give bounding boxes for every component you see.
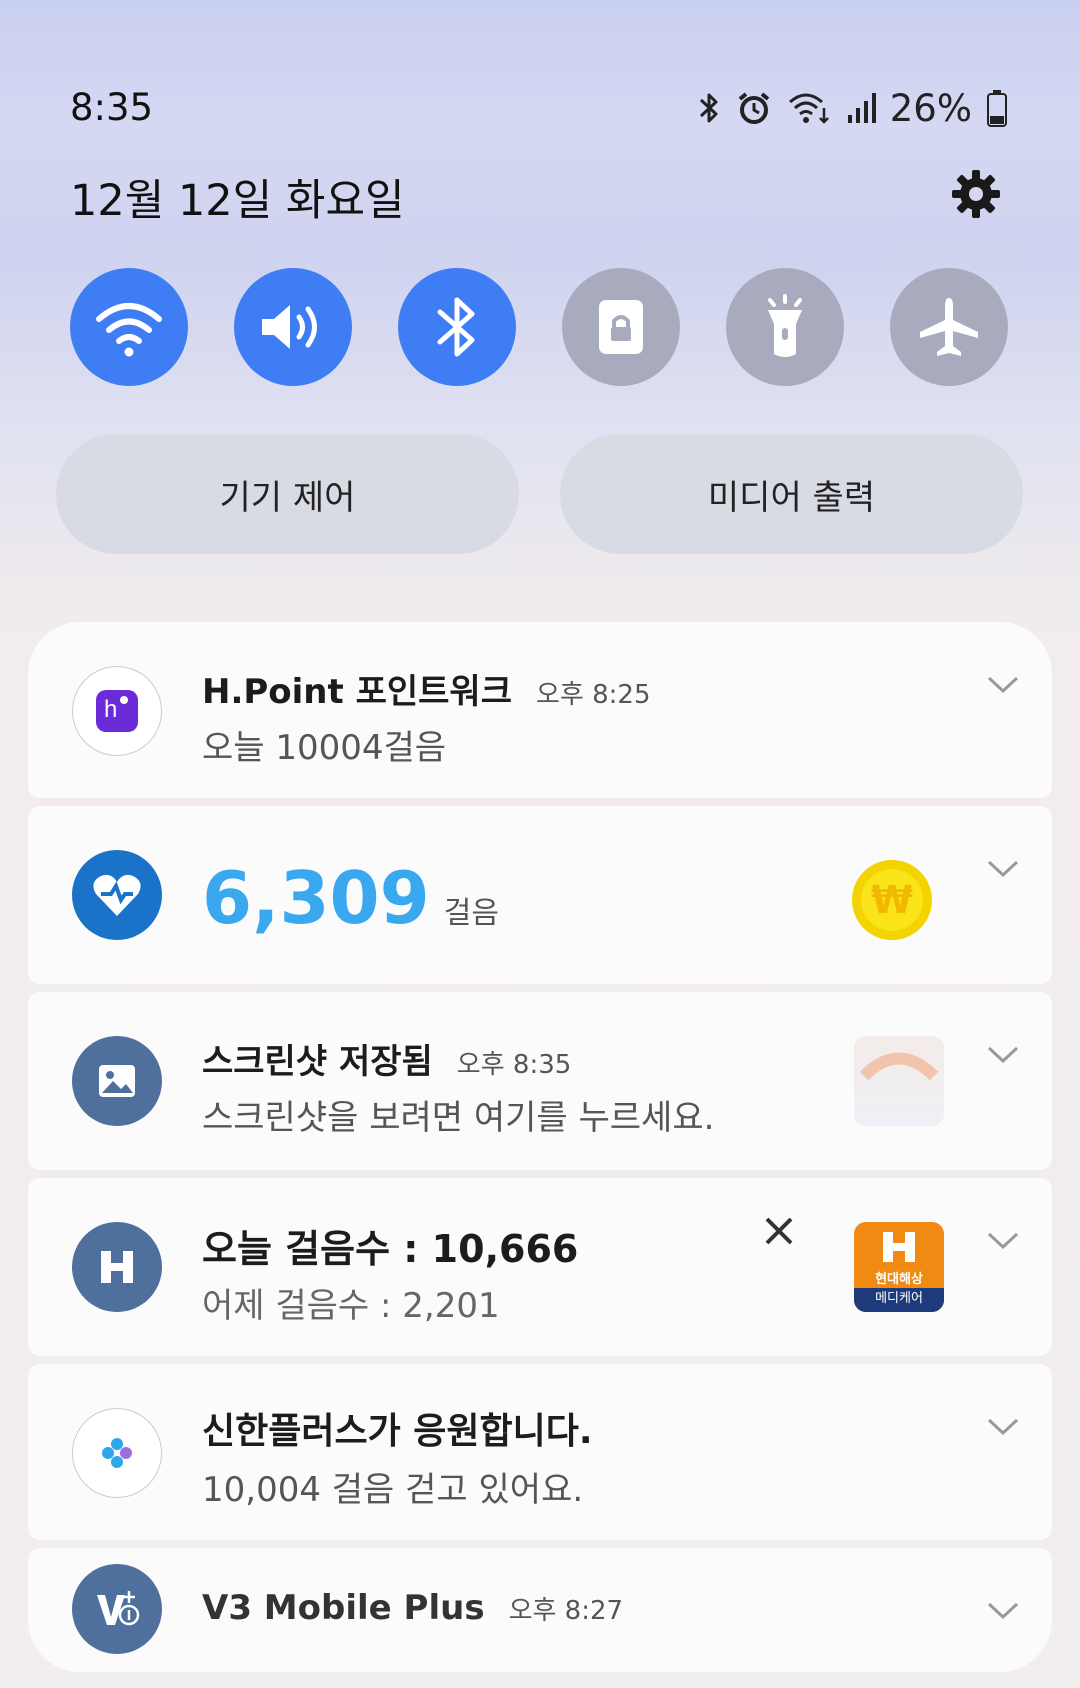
speaker-icon (262, 305, 317, 349)
lock-icon (599, 300, 643, 354)
wifi-status-icon (788, 93, 829, 124)
shinhan-logo-icon (102, 1438, 132, 1468)
h-logo-icon (101, 1251, 133, 1283)
flashlight-toggle[interactable] (726, 268, 844, 386)
notification-steps[interactable]: 6,309 걸음 ₩ (28, 806, 1052, 984)
hpoint-title-row: H.Point 포인트워크 오후 8:25 (202, 664, 651, 713)
hyundai-app-icon (72, 1222, 162, 1312)
notification-screenshot[interactable]: 스크린샷 저장됨 오후 8:35 스크린샷을 보려면 여기를 누르세요. (28, 992, 1052, 1170)
rotation-lock-toggle[interactable] (562, 268, 680, 386)
v3-title-row: V3 Mobile Plus 오후 8:27 (202, 1588, 623, 1628)
steps-value: 6,309 (202, 856, 430, 940)
status-bar: 8:35 26% (0, 0, 1080, 150)
settings-button[interactable] (948, 166, 1004, 222)
bluetooth-icon (437, 297, 475, 357)
notification-time: 오후 8:27 (508, 1596, 624, 1626)
notification-title: 오늘 걸음수 : 10,666 (202, 1227, 579, 1271)
sound-toggle[interactable] (234, 268, 352, 386)
clock: 8:35 (70, 86, 154, 129)
status-icons: 26% (696, 86, 1008, 130)
media-output-button[interactable]: 미디어 출력 (560, 434, 1023, 554)
date-text: 12월 12일 화요일 (70, 176, 405, 226)
logo-line1: 현대해상 (875, 1272, 923, 1287)
notification-v3[interactable]: V3 Mobile Plus 오후 8:27 (28, 1548, 1052, 1672)
chevron-down-icon[interactable] (986, 1230, 1020, 1252)
logo-line2: 메디케어 (854, 1288, 944, 1312)
wifi-toggle[interactable] (70, 268, 188, 386)
v3-app-icon (72, 1564, 162, 1654)
battery-icon (987, 90, 1007, 127)
quick-settings (70, 268, 1010, 386)
notification-title: 스크린샷 저장됨 (202, 1042, 433, 1082)
steps-row: 6,309 걸음 (202, 856, 499, 940)
heart-icon (93, 874, 141, 916)
notification-title: 신한플러스가 응원합니다. (202, 1411, 593, 1452)
notification-text: 스크린샷을 보려면 여기를 누르세요. (202, 1098, 715, 1138)
close-icon[interactable] (762, 1214, 796, 1248)
chevron-down-icon[interactable] (986, 674, 1020, 696)
notification-time: 오후 8:25 (536, 680, 651, 710)
hpoint-app-icon: h (72, 666, 162, 756)
chevron-down-icon[interactable] (986, 858, 1020, 880)
alarm-icon (738, 92, 770, 124)
wifi-icon (96, 303, 162, 357)
v3-logo-icon (97, 1591, 140, 1626)
airplane-icon (920, 298, 978, 356)
notification-time: 오후 8:35 (456, 1050, 572, 1080)
notification-hyundai[interactable]: 오늘 걸음수 : 10,666 어제 걸음수 : 2,201 현대해상 메디케어 (28, 1178, 1052, 1356)
chevron-down-icon[interactable] (986, 1044, 1020, 1066)
screenshot-app-icon (72, 1036, 162, 1126)
image-icon (99, 1065, 135, 1097)
airplane-mode-toggle[interactable] (890, 268, 1008, 386)
chevron-down-icon[interactable] (986, 1416, 1020, 1438)
health-app-icon (72, 850, 162, 940)
steps-unit: 걸음 (443, 896, 499, 931)
notification-title: V3 Mobile Plus (202, 1588, 485, 1628)
battery-percent: 26% (889, 86, 972, 130)
notification-text: 오늘 10004걸음 (202, 728, 447, 768)
screenshot-title-row: 스크린샷 저장됨 오후 8:35 (202, 1034, 571, 1083)
bluetooth-status-icon (699, 93, 718, 123)
notification-text: 어제 걸음수 : 2,201 (202, 1286, 500, 1326)
chevron-down-icon[interactable] (986, 1600, 1020, 1622)
flashlight-icon (768, 294, 802, 357)
notification-shinhan[interactable]: 신한플러스가 응원합니다. 10,004 걸음 걷고 있어요. (28, 1364, 1052, 1540)
notification-title: H.Point 포인트워크 (202, 672, 512, 712)
coin-icon: ₩ (852, 860, 932, 940)
gear-icon (952, 170, 1000, 218)
device-control-button[interactable]: 기기 제어 (56, 434, 519, 554)
bluetooth-toggle[interactable] (398, 268, 516, 386)
notification-hpoint[interactable]: h H.Point 포인트워크 오후 8:25 오늘 10004걸음 (28, 622, 1052, 798)
screenshot-thumbnail[interactable] (854, 1036, 944, 1126)
notification-text: 10,004 걸음 걷고 있어요. (202, 1470, 584, 1510)
signal-icon (847, 93, 876, 123)
h-logo-icon (883, 1232, 915, 1262)
shinhan-app-icon (72, 1408, 162, 1498)
thumbnail-image (859, 1052, 939, 1081)
hyundai-medicare-logo: 현대해상 메디케어 (854, 1222, 944, 1312)
